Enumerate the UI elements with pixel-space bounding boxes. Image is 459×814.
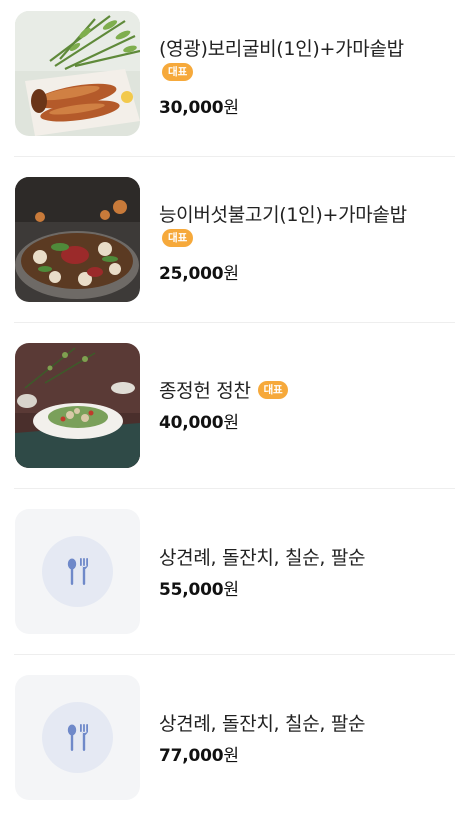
placeholder-circle [42, 536, 113, 607]
menu-item-photo-placeholder [15, 509, 140, 634]
divider [14, 322, 455, 323]
divider [14, 654, 455, 655]
menu-item[interactable]: (영광)보리굴비(1인)+가마솥밥 대표 30,000원 [0, 0, 459, 166]
menu-item-name: 능이버섯불고기(1인)+가마솥밥 [159, 204, 407, 226]
menu-item-price: 77,000원 [159, 746, 239, 766]
fork-spoon-icon [67, 558, 88, 585]
menu-item-price: 40,000원 [159, 413, 239, 433]
menu-item-photo-placeholder [15, 675, 140, 800]
menu-item-name: 상견례, 돌잔치, 칠순, 팔순 [159, 713, 366, 735]
menu-item-photo [15, 11, 140, 136]
signature-badge: 대표 [162, 229, 194, 247]
menu-item-name: (영광)보리굴비(1인)+가마솥밥 [159, 38, 404, 60]
menu-item-name: 종정헌 정찬 대표 [159, 376, 289, 403]
menu-item-photo [15, 177, 140, 302]
menu-item[interactable]: 종정헌 정찬 대표 40,000원 [0, 332, 459, 498]
menu-item-name: 상견례, 돌잔치, 칠순, 팔순 [159, 547, 366, 569]
divider [14, 488, 455, 489]
menu-item[interactable]: 상견례, 돌잔치, 칠순, 팔순 55,000원 [0, 498, 459, 664]
placeholder-circle [42, 702, 113, 773]
fork-spoon-icon [67, 724, 88, 751]
signature-badge: 대표 [162, 63, 194, 81]
menu-item-price: 30,000원 [159, 98, 239, 118]
menu-item-photo [15, 343, 140, 468]
divider [14, 156, 455, 157]
menu-item[interactable]: 능이버섯불고기(1인)+가마솥밥 대표 25,000원 [0, 166, 459, 332]
signature-badge: 대표 [257, 380, 289, 399]
menu-item-price: 25,000원 [159, 264, 239, 284]
menu-item[interactable]: 상견례, 돌잔치, 칠순, 팔순 77,000원 [0, 664, 459, 814]
menu-item-price: 55,000원 [159, 580, 239, 600]
